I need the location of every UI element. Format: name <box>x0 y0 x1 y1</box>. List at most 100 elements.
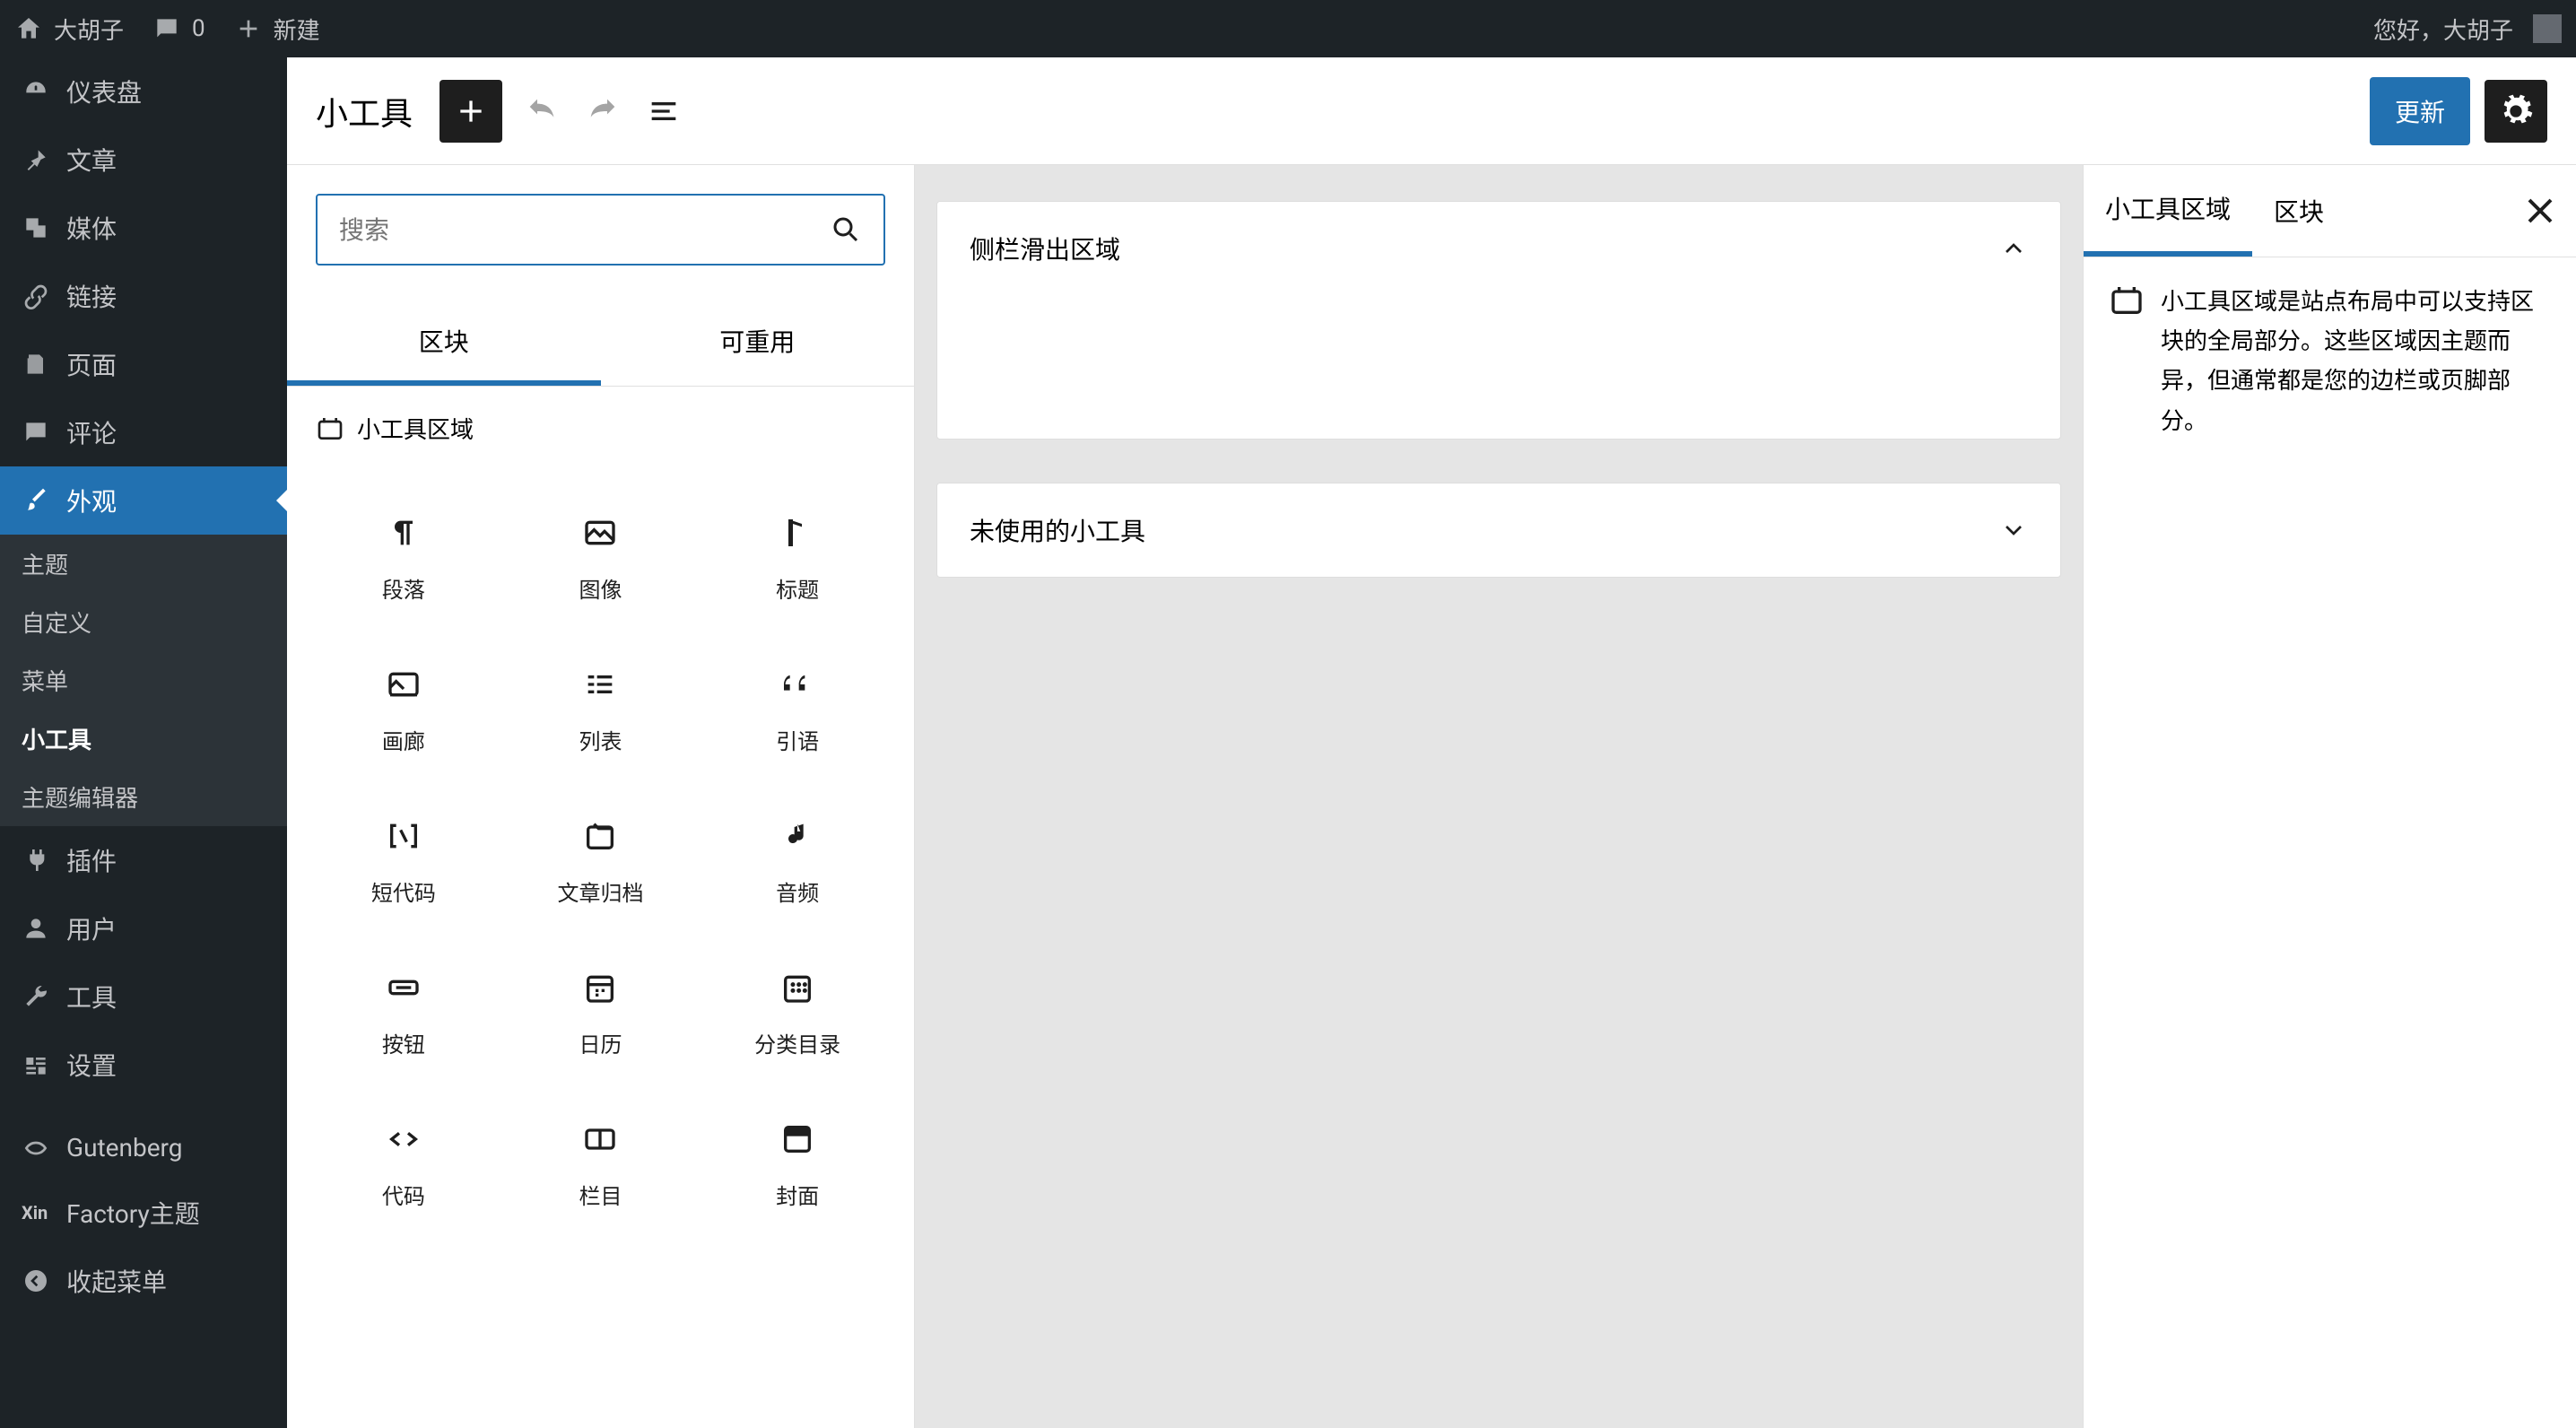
sidebar-item-gutenberg[interactable]: Gutenberg <box>0 1117 287 1179</box>
sidebar-item-tools[interactable]: 工具 <box>0 962 287 1031</box>
search-input-wrap[interactable] <box>316 194 885 266</box>
block-shortcode[interactable]: 短代码 <box>305 782 502 934</box>
redo-button[interactable] <box>581 90 624 133</box>
block-list[interactable]: 列表 <box>502 631 700 782</box>
sidebar-item-users[interactable]: 用户 <box>0 894 287 962</box>
sidebar-item-plugins[interactable]: 插件 <box>0 826 287 894</box>
block-label: 画廊 <box>382 724 425 755</box>
code-icon <box>386 1121 422 1157</box>
block-label: 分类目录 <box>754 1027 840 1058</box>
submenu-customize[interactable]: 自定义 <box>0 593 287 651</box>
gutenberg-icon <box>22 1134 50 1162</box>
list-icon <box>646 93 682 129</box>
tab-block[interactable]: 区块 <box>2252 168 2345 254</box>
xin-icon: Xin <box>22 1202 50 1223</box>
sidebar-label: 链接 <box>66 278 117 314</box>
widget-area-header[interactable]: 未使用的小工具 <box>937 483 2060 577</box>
plus-icon <box>453 93 489 129</box>
settings-body: 小工具区域是站点布局中可以支持区块的全局部分。这些区域因主题而异，但通常都是您的… <box>2084 257 2576 466</box>
block-label: 按钮 <box>382 1027 425 1058</box>
user-icon <box>22 914 50 943</box>
submenu-theme-editor[interactable]: 主题编辑器 <box>0 768 287 826</box>
section-heading-text: 小工具区域 <box>357 412 474 445</box>
list-view-button[interactable] <box>642 90 685 133</box>
columns-icon <box>582 1121 618 1157</box>
editor-canvas: 侧栏滑出区域 未使用的小工具 <box>915 165 2083 1428</box>
sidebar-label: 媒体 <box>66 210 117 246</box>
sidebar-item-posts[interactable]: 文章 <box>0 126 287 194</box>
block-calendar[interactable]: 日历 <box>502 934 700 1085</box>
close-panel-button[interactable] <box>2519 189 2562 232</box>
list-icon <box>582 666 618 702</box>
block-heading[interactable]: 标题 <box>699 479 896 631</box>
search-input[interactable] <box>339 215 830 245</box>
block-quote[interactable]: 引语 <box>699 631 896 782</box>
site-link[interactable]: 大胡子 <box>14 13 124 46</box>
block-paragraph[interactable]: 段落 <box>305 479 502 631</box>
sidebar-label: Gutenberg <box>66 1133 183 1162</box>
sidebar-label: 页面 <box>66 346 117 382</box>
comment-icon <box>22 418 50 447</box>
settings-tabs: 小工具区域 区块 <box>2084 165 2576 257</box>
admin-sidebar: 仪表盘 文章 媒体 链接 页面 评论 外观 主题 自定义 菜单 小工具 主题编辑… <box>0 57 287 1428</box>
comments-link[interactable]: 0 <box>152 14 205 43</box>
user-greeting[interactable]: 您好，大胡子 <box>2373 13 2562 46</box>
sidebar-item-comments[interactable]: 评论 <box>0 398 287 466</box>
block-audio[interactable]: 音频 <box>699 782 896 934</box>
button-icon <box>386 970 422 1006</box>
sidebar-item-settings[interactable]: 设置 <box>0 1031 287 1099</box>
comment-icon <box>152 14 181 43</box>
undo-button[interactable] <box>520 90 563 133</box>
new-link[interactable]: 新建 <box>234 13 320 46</box>
block-cover[interactable]: 封面 <box>699 1085 896 1237</box>
topbar-right: 您好，大胡子 <box>2373 13 2562 46</box>
page-title: 小工具 <box>316 88 413 135</box>
update-button[interactable]: 更新 <box>2370 77 2470 145</box>
settings-toggle-button[interactable] <box>2485 80 2547 143</box>
heading-icon <box>779 515 815 551</box>
widget-area-title: 未使用的小工具 <box>970 512 1145 548</box>
submenu-menus[interactable]: 菜单 <box>0 651 287 710</box>
block-code[interactable]: 代码 <box>305 1085 502 1237</box>
block-categories[interactable]: 分类目录 <box>699 934 896 1085</box>
sidebar-item-media[interactable]: 媒体 <box>0 194 287 262</box>
appearance-submenu: 主题 自定义 菜单 小工具 主题编辑器 <box>0 535 287 826</box>
tab-reusable[interactable]: 可重用 <box>601 301 915 386</box>
submenu-widgets[interactable]: 小工具 <box>0 710 287 768</box>
close-icon <box>2519 189 2562 232</box>
archives-icon <box>582 818 618 854</box>
gallery-icon <box>386 666 422 702</box>
sidebar-item-factory[interactable]: XinFactory主题 <box>0 1179 287 1247</box>
block-archives[interactable]: 文章归档 <box>502 782 700 934</box>
cover-icon <box>779 1121 815 1157</box>
sidebar-item-pages[interactable]: 页面 <box>0 330 287 398</box>
shortcode-icon <box>386 818 422 854</box>
block-gallery[interactable]: 画廊 <box>305 631 502 782</box>
tab-widget-area[interactable]: 小工具区域 <box>2084 165 2252 257</box>
sidebar-item-links[interactable]: 链接 <box>0 262 287 330</box>
block-button[interactable]: 按钮 <box>305 934 502 1085</box>
add-block-button[interactable] <box>439 80 502 143</box>
submenu-themes[interactable]: 主题 <box>0 535 287 593</box>
quote-icon <box>779 666 815 702</box>
block-label: 文章归档 <box>557 875 643 907</box>
audio-icon <box>779 818 815 854</box>
settings-description: 小工具区域是站点布局中可以支持区块的全局部分。这些区域因主题而异，但通常都是您的… <box>2161 283 2551 441</box>
block-label: 引语 <box>776 724 819 755</box>
widget-area-header[interactable]: 侧栏滑出区域 <box>937 202 2060 295</box>
tab-blocks[interactable]: 区块 <box>287 301 601 386</box>
widget-area-unused: 未使用的小工具 <box>936 483 2061 578</box>
settings-panel: 小工具区域 区块 小工具区域是站点布局中可以支持区块的全局部分。这些区域因主题而… <box>2083 165 2576 1428</box>
sidebar-label: 收起菜单 <box>66 1263 167 1299</box>
block-label: 段落 <box>382 572 425 604</box>
sidebar-item-dashboard[interactable]: 仪表盘 <box>0 57 287 126</box>
block-columns[interactable]: 栏目 <box>502 1085 700 1237</box>
chevron-up-icon <box>1999 234 2028 263</box>
block-image[interactable]: 图像 <box>502 479 700 631</box>
page-icon <box>22 350 50 379</box>
widget-area-body[interactable] <box>937 295 2060 439</box>
block-label: 日历 <box>579 1027 622 1058</box>
sidebar-label: 仪表盘 <box>66 74 142 109</box>
sidebar-item-collapse[interactable]: 收起菜单 <box>0 1247 287 1315</box>
sidebar-item-appearance[interactable]: 外观 <box>0 466 287 535</box>
